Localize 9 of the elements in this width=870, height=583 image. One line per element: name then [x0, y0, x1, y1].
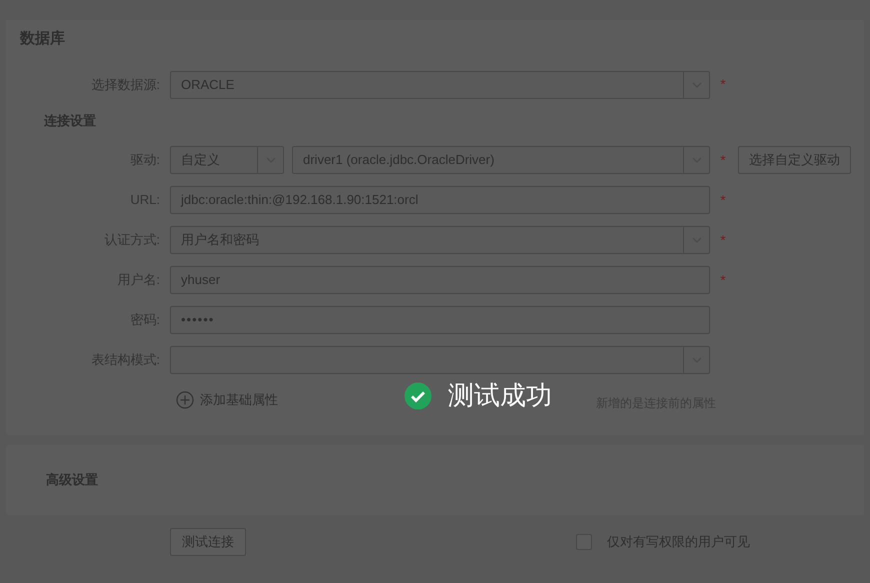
- required-mark: *: [720, 270, 726, 290]
- toast-message: 测试成功: [448, 379, 552, 412]
- required-mark: *: [720, 75, 726, 94]
- plus-circle-icon: [176, 391, 194, 409]
- required-mark: *: [720, 190, 726, 210]
- check-circle-icon: [404, 382, 432, 410]
- password-field[interactable]: ••••••: [170, 306, 710, 334]
- required-mark: *: [720, 230, 726, 250]
- required-mark: *: [720, 150, 726, 170]
